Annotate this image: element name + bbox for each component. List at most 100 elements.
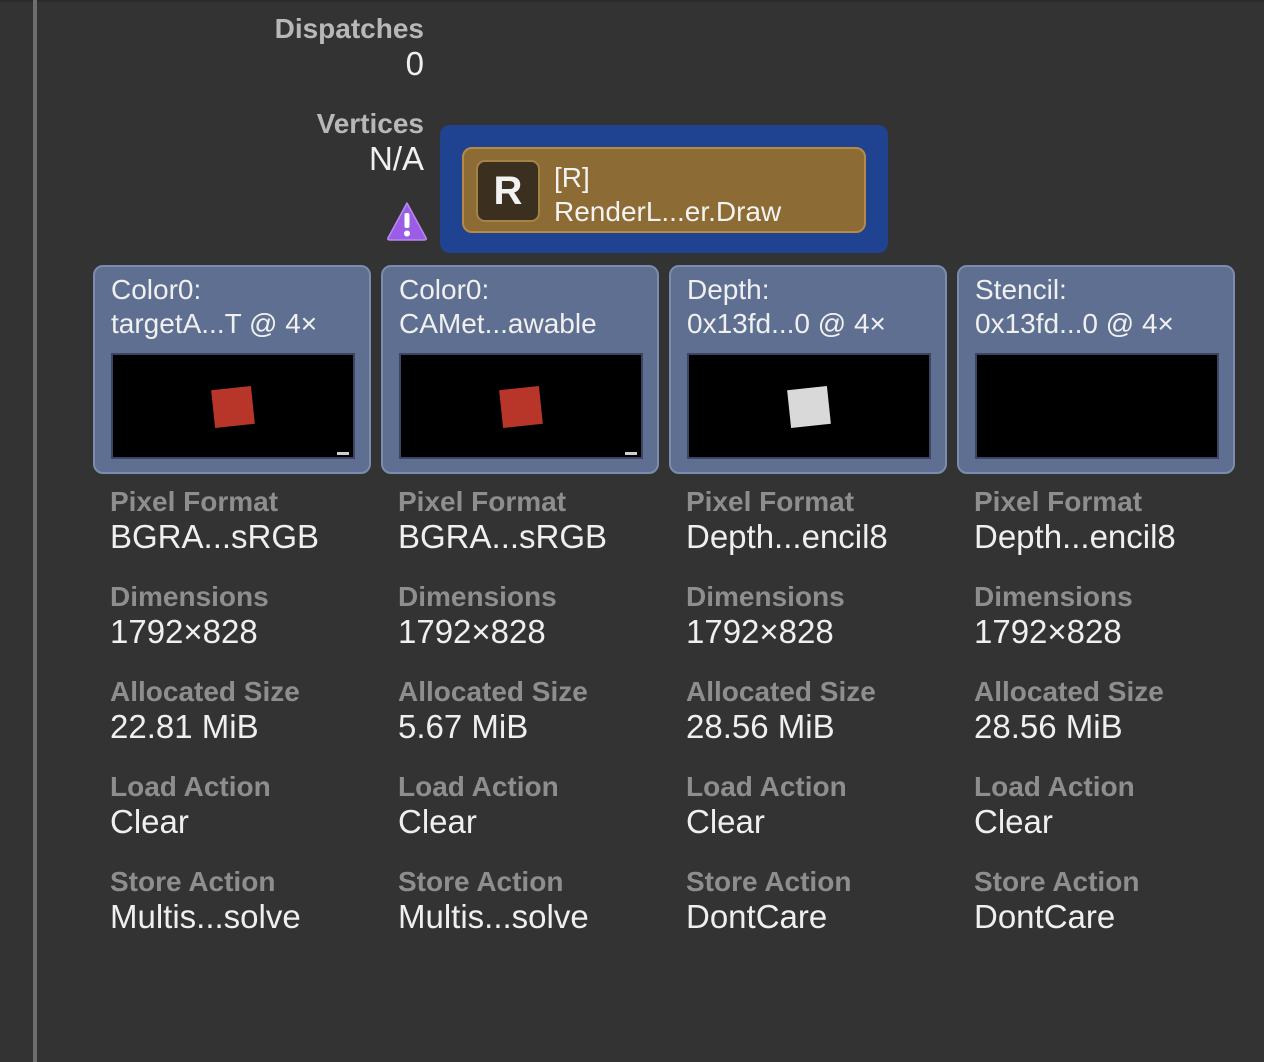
attachment-thumbnail[interactable]: [687, 353, 931, 459]
attachment-card-depth[interactable]: Depth: 0x13fd...0 @ 4×: [669, 265, 947, 474]
attachment-properties: Pixel Format BGRA...sRGB Dimensions 1792…: [110, 486, 390, 961]
thumbnail-corner-mark: [625, 452, 637, 455]
load-action-field: Load Action Clear: [398, 771, 678, 866]
dispatches-stat: Dispatches 0: [275, 12, 424, 82]
dispatches-value: 0: [405, 45, 424, 82]
warning-triangle-icon[interactable]: [385, 200, 429, 242]
pixel-format-label: Pixel Format: [398, 486, 567, 517]
store-action-field: Store Action Multis...solve: [398, 866, 678, 961]
attachment-thumbnail[interactable]: [975, 353, 1219, 459]
store-action-label: Store Action: [974, 866, 1140, 897]
thumbnail-square: [211, 386, 255, 428]
pixel-format-value: Depth...encil8: [974, 518, 1176, 555]
dimensions-value: 1792×828: [686, 613, 834, 650]
load-action-label: Load Action: [974, 771, 1135, 802]
attachment-card-stencil[interactable]: Stencil: 0x13fd...0 @ 4×: [957, 265, 1235, 474]
load-action-label: Load Action: [398, 771, 559, 802]
thumbnail-corner-mark: [337, 452, 349, 455]
attachment-properties: Pixel Format Depth...encil8 Dimensions 1…: [974, 486, 1254, 961]
pixel-format-value: BGRA...sRGB: [110, 518, 320, 555]
allocated-size-field: Allocated Size 5.67 MiB: [398, 676, 678, 771]
dimensions-field: Dimensions 1792×828: [398, 581, 678, 676]
draw-command-chip[interactable]: R [R] RenderL...er.Draw: [462, 147, 866, 233]
attachment-kind: Stencil:: [975, 274, 1067, 305]
attachment-resource: CAMet...awable: [399, 308, 597, 339]
allocated-size-value: 28.56 MiB: [686, 708, 835, 745]
attachment-thumbnail[interactable]: [399, 353, 643, 459]
attachment-title: Color0: targetA...T @ 4×: [111, 273, 317, 341]
thumbnail-square: [499, 386, 543, 428]
attachment-properties: Pixel Format BGRA...sRGB Dimensions 1792…: [398, 486, 678, 961]
attachment-card-color0-drawable[interactable]: Color0: CAMet...awable: [381, 265, 659, 474]
dimensions-value: 1792×828: [110, 613, 258, 650]
attachment-properties: Pixel Format Depth...encil8 Dimensions 1…: [686, 486, 966, 961]
attachment-resource: targetA...T @ 4×: [111, 308, 318, 339]
load-action-label: Load Action: [110, 771, 271, 802]
attachment-title: Color0: CAMet...awable: [399, 273, 597, 341]
load-action-field: Load Action Clear: [974, 771, 1254, 866]
load-action-field: Load Action Clear: [686, 771, 966, 866]
thumbnail-square: [787, 386, 831, 428]
allocated-size-field: Allocated Size 28.56 MiB: [974, 676, 1254, 771]
pixel-format-label: Pixel Format: [974, 486, 1143, 517]
load-action-value: Clear: [110, 803, 189, 840]
allocated-size-value: 5.67 MiB: [398, 708, 529, 745]
vertices-value: N/A: [368, 140, 424, 177]
store-action-value: DontCare: [974, 898, 1116, 935]
store-action-label: Store Action: [398, 866, 564, 897]
dimensions-value: 1792×828: [974, 613, 1122, 650]
draw-command-name: RenderL...er.Draw: [554, 196, 782, 227]
store-action-value: Multis...solve: [110, 898, 301, 935]
dimensions-field: Dimensions 1792×828: [974, 581, 1254, 676]
store-action-field: Store Action DontCare: [686, 866, 966, 961]
left-rail-divider: [33, 0, 37, 1062]
draw-command-tag: [R]: [554, 162, 590, 193]
dimensions-label: Dimensions: [398, 581, 557, 612]
dispatches-label: Dispatches: [274, 13, 424, 44]
store-action-value: DontCare: [686, 898, 828, 935]
vertices-label: Vertices: [316, 108, 424, 139]
top-divider: [0, 0, 1264, 2]
attachment-kind: Color0:: [111, 274, 202, 305]
dimensions-label: Dimensions: [110, 581, 269, 612]
load-action-label: Load Action: [686, 771, 847, 802]
pixel-format-value: BGRA...sRGB: [398, 518, 608, 555]
attachment-kind: Depth:: [687, 274, 770, 305]
draw-command-text: [R] RenderL...er.Draw: [554, 161, 781, 229]
load-action-value: Clear: [974, 803, 1053, 840]
allocated-size-value: 28.56 MiB: [974, 708, 1123, 745]
dimensions-value: 1792×828: [398, 613, 546, 650]
store-action-label: Store Action: [686, 866, 852, 897]
attachment-title: Stencil: 0x13fd...0 @ 4×: [975, 273, 1174, 341]
allocated-size-label: Allocated Size: [398, 676, 588, 707]
allocated-size-field: Allocated Size 22.81 MiB: [110, 676, 390, 771]
store-action-field: Store Action Multis...solve: [110, 866, 390, 961]
attachment-title: Depth: 0x13fd...0 @ 4×: [687, 273, 886, 341]
attachment-card-color0-target[interactable]: Color0: targetA...T @ 4×: [93, 265, 371, 474]
store-action-value: Multis...solve: [398, 898, 589, 935]
pixel-format-field: Pixel Format BGRA...sRGB: [110, 486, 390, 581]
pixel-format-label: Pixel Format: [110, 486, 279, 517]
vertices-stat: Vertices N/A: [317, 107, 424, 177]
dimensions-field: Dimensions 1792×828: [686, 581, 966, 676]
attachment-kind: Color0:: [399, 274, 490, 305]
load-action-value: Clear: [686, 803, 765, 840]
dimensions-label: Dimensions: [686, 581, 845, 612]
attachment-resource: 0x13fd...0 @ 4×: [687, 308, 886, 339]
allocated-size-field: Allocated Size 28.56 MiB: [686, 676, 966, 771]
attachment-resource: 0x13fd...0 @ 4×: [975, 308, 1174, 339]
load-action-field: Load Action Clear: [110, 771, 390, 866]
load-action-value: Clear: [398, 803, 477, 840]
pixel-format-label: Pixel Format: [686, 486, 855, 517]
pixel-format-field: Pixel Format Depth...encil8: [686, 486, 966, 581]
pixel-format-field: Pixel Format Depth...encil8: [974, 486, 1254, 581]
pixel-format-value: Depth...encil8: [686, 518, 888, 555]
allocated-size-label: Allocated Size: [110, 676, 300, 707]
store-action-label: Store Action: [110, 866, 276, 897]
render-command-icon: R: [476, 160, 540, 222]
attachment-thumbnail[interactable]: [111, 353, 355, 459]
dimensions-label: Dimensions: [974, 581, 1133, 612]
dimensions-field: Dimensions 1792×828: [110, 581, 390, 676]
store-action-field: Store Action DontCare: [974, 866, 1254, 961]
render-encoder-node[interactable]: R [R] RenderL...er.Draw: [440, 125, 888, 253]
